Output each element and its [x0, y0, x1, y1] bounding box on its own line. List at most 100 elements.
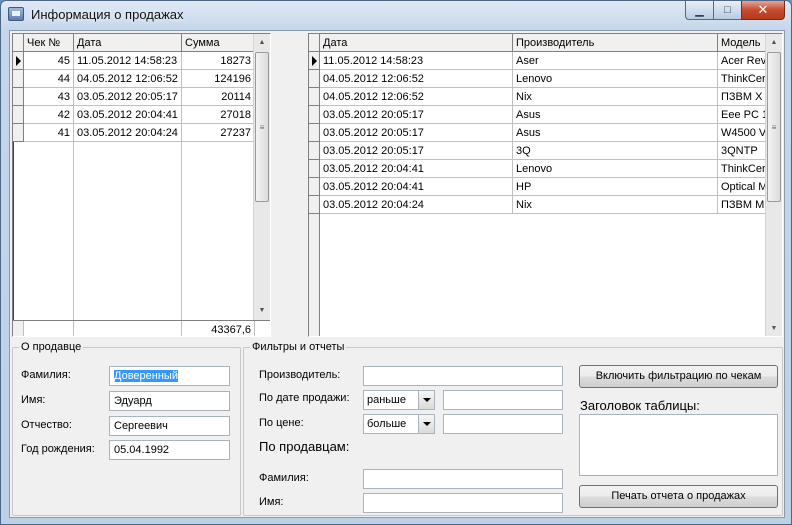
table-cell[interactable]: 03.05.2012 20:05:17: [320, 142, 513, 160]
table-cell[interactable]: 18273: [182, 52, 255, 70]
table-cell[interactable]: 45: [24, 52, 74, 70]
scroll-up-button[interactable]: ▲: [766, 34, 782, 51]
table-cell[interactable]: Lenovo: [513, 160, 718, 178]
table-row[interactable]: 03.05.2012 20:05:17 Asus Eee PC 1: [309, 106, 768, 124]
scroll-down-button[interactable]: ▼: [254, 302, 270, 319]
table-row[interactable]: 41 03.05.2012 20:04:24 27237: [13, 124, 255, 142]
table-row[interactable]: 43 03.05.2012 20:05:17 20114: [13, 88, 255, 106]
table-row[interactable]: 03.05.2012 20:05:17 3Q 3QNTP: [309, 142, 768, 160]
seller-birth-field[interactable]: 05.04.1992: [109, 440, 230, 460]
row-indicator: [309, 106, 320, 124]
table-cell[interactable]: 03.05.2012 20:05:17: [74, 88, 182, 106]
table-row[interactable]: 04.05.2012 12:06:52 Nix ПЗВМ Х: [309, 88, 768, 106]
seller-patronymic-field[interactable]: Сергеевич: [109, 416, 230, 436]
price-filter-input[interactable]: [443, 414, 563, 434]
date-operator-select[interactable]: раньше: [363, 390, 435, 410]
table-cell[interactable]: 03.05.2012 20:04:41: [74, 106, 182, 124]
table-cell[interactable]: Optical M: [718, 178, 768, 196]
table-cell[interactable]: 3Q: [513, 142, 718, 160]
table-cell[interactable]: 03.05.2012 20:05:17: [320, 124, 513, 142]
table-cell[interactable]: ПЗВМ М: [718, 196, 768, 214]
table-cell[interactable]: Asus: [513, 106, 718, 124]
table-cell[interactable]: Nix: [513, 196, 718, 214]
scroll-down-button[interactable]: ▼: [766, 320, 782, 336]
table-cell[interactable]: Eee PC 1: [718, 106, 768, 124]
checks-grid-vscroll[interactable]: ▲ ≡ ▼: [253, 34, 270, 320]
items-grid-body: 11.05.2012 14:58:23 Aser Acer Rev 04.05.…: [309, 52, 768, 214]
table-cell[interactable]: Nix: [513, 88, 718, 106]
table-cell[interactable]: 41: [24, 124, 74, 142]
table-cell[interactable]: 03.05.2012 20:04:24: [74, 124, 182, 142]
minimize-button[interactable]: ▁: [685, 1, 713, 20]
items-grid[interactable]: Дата Производитель Модель 11.05.2012 14:…: [308, 33, 783, 337]
table-cell[interactable]: 03.05.2012 20:04:41: [320, 160, 513, 178]
table-cell[interactable]: 04.05.2012 12:06:52: [320, 70, 513, 88]
table-cell[interactable]: Acer Rev: [718, 52, 768, 70]
table-row[interactable]: 45 11.05.2012 14:58:23 18273: [13, 52, 255, 70]
enable-check-filter-button[interactable]: Включить фильтрацию по чекам: [579, 365, 778, 388]
table-row[interactable]: 04.05.2012 12:06:52 Lenovo ThinkCer: [309, 70, 768, 88]
print-sales-report-button[interactable]: Печать отчета о продажах: [579, 485, 778, 508]
table-cell[interactable]: 11.05.2012 14:58:23: [320, 52, 513, 70]
table-cell[interactable]: HP: [513, 178, 718, 196]
by-seller-label: По продавцам:: [259, 439, 350, 454]
table-row[interactable]: 11.05.2012 14:58:23 Aser Acer Rev: [309, 52, 768, 70]
table-cell[interactable]: 124196: [182, 70, 255, 88]
table-cell[interactable]: Aser: [513, 52, 718, 70]
col-header-manufacturer[interactable]: Производитель: [513, 34, 718, 52]
current-row-indicator: [309, 52, 320, 70]
col-header-model[interactable]: Модель: [718, 34, 768, 52]
col-header-date[interactable]: Дата: [320, 34, 513, 52]
scroll-thumb[interactable]: ≡: [767, 52, 781, 202]
table-cell[interactable]: 3QNTP: [718, 142, 768, 160]
table-cell[interactable]: 03.05.2012 20:04:41: [320, 178, 513, 196]
table-cell[interactable]: 42: [24, 106, 74, 124]
filter-surname-input[interactable]: [363, 469, 563, 489]
title-bar[interactable]: Информация о продажах ▁ □ ✕: [1, 1, 791, 29]
table-cell[interactable]: 27237: [182, 124, 255, 142]
table-cell[interactable]: ThinkCer: [718, 160, 768, 178]
col-header-check-no[interactable]: Чек №: [24, 34, 74, 52]
col-header-sum[interactable]: Сумма: [182, 34, 255, 52]
filters-group-legend: Фильтры и отчеты: [250, 341, 347, 353]
table-cell[interactable]: Asus: [513, 124, 718, 142]
maximize-button[interactable]: □: [713, 1, 741, 20]
filter-name-input[interactable]: [363, 493, 563, 513]
checks-grid[interactable]: Чек № Дата Сумма 45 11.05.2012 14:58:23 …: [12, 33, 271, 337]
dropdown-button[interactable]: [418, 391, 434, 409]
items-grid-vscroll[interactable]: ▲ ≡ ▼: [765, 34, 782, 336]
manufacturer-filter-input[interactable]: [363, 366, 563, 386]
seller-surname-field[interactable]: Доверенный: [109, 366, 230, 386]
table-cell[interactable]: 43: [24, 88, 74, 106]
table-cell[interactable]: 44: [24, 70, 74, 88]
table-row[interactable]: 03.05.2012 20:04:24 Nix ПЗВМ М: [309, 196, 768, 214]
app-icon[interactable]: [8, 7, 24, 21]
table-row[interactable]: 03.05.2012 20:04:41 HP Optical M: [309, 178, 768, 196]
table-title-input[interactable]: [579, 414, 778, 476]
seller-name-field[interactable]: Эдуард: [109, 391, 230, 411]
scroll-thumb[interactable]: ≡: [255, 52, 269, 202]
table-cell[interactable]: 27018: [182, 106, 255, 124]
price-operator-select[interactable]: больше: [363, 414, 435, 434]
table-cell[interactable]: Lenovo: [513, 70, 718, 88]
table-cell[interactable]: 04.05.2012 12:06:52: [74, 70, 182, 88]
table-cell[interactable]: ThinkCer: [718, 70, 768, 88]
table-cell[interactable]: 03.05.2012 20:05:17: [320, 106, 513, 124]
dropdown-button[interactable]: [418, 415, 434, 433]
table-cell[interactable]: W4500 V: [718, 124, 768, 142]
col-header-date[interactable]: Дата: [74, 34, 182, 52]
scroll-up-button[interactable]: ▲: [254, 34, 270, 51]
table-cell[interactable]: 11.05.2012 14:58:23: [74, 52, 182, 70]
table-row[interactable]: 03.05.2012 20:04:41 Lenovo ThinkCer: [309, 160, 768, 178]
table-cell[interactable]: 03.05.2012 20:04:24: [320, 196, 513, 214]
table-cell[interactable]: ПЗВМ Х: [718, 88, 768, 106]
table-row[interactable]: 42 03.05.2012 20:04:41 27018: [13, 106, 255, 124]
table-cell[interactable]: 04.05.2012 12:06:52: [320, 88, 513, 106]
table-cell[interactable]: 20114: [182, 88, 255, 106]
close-button[interactable]: ✕: [741, 1, 785, 20]
minimize-icon: ▁: [695, 4, 704, 17]
date-filter-input[interactable]: [443, 390, 563, 410]
table-row[interactable]: 44 04.05.2012 12:06:52 124196: [13, 70, 255, 88]
table-row[interactable]: 03.05.2012 20:05:17 Asus W4500 V: [309, 124, 768, 142]
current-row-indicator: [13, 52, 24, 70]
